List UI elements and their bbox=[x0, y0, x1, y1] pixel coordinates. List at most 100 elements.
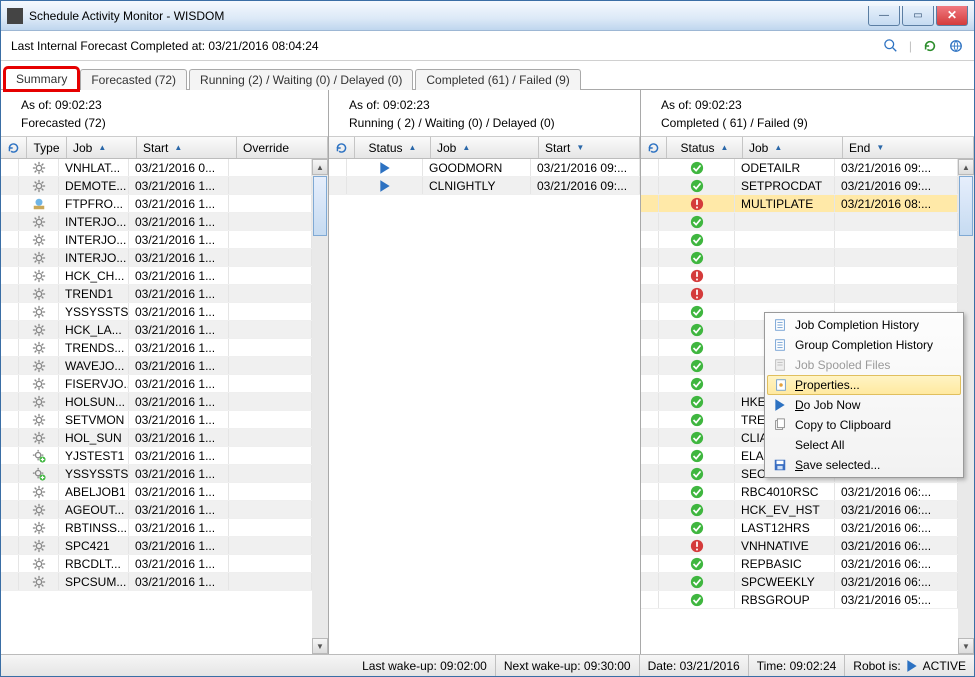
table-row[interactable] bbox=[641, 213, 958, 231]
table-row[interactable]: RBC4010RSC03/21/2016 06:... bbox=[641, 483, 958, 501]
table-row[interactable]: WAVEJO...03/21/2016 1... bbox=[1, 357, 312, 375]
refresh-icon[interactable] bbox=[922, 38, 938, 54]
scroll-up-button[interactable]: ▲ bbox=[958, 159, 974, 175]
type-icon bbox=[19, 519, 59, 536]
scroll-down-button[interactable]: ▼ bbox=[958, 638, 974, 654]
status-time: Time: 09:02:24 bbox=[748, 655, 845, 676]
maximize-button[interactable]: ▭ bbox=[902, 6, 934, 26]
table-row[interactable]: YSSYSSTS03/21/2016 1... bbox=[1, 465, 312, 483]
table-row[interactable]: FTPFRO...03/21/2016 1... bbox=[1, 195, 312, 213]
table-row[interactable]: HCK_EV_HST03/21/2016 06:... bbox=[641, 501, 958, 519]
globe-search-icon[interactable] bbox=[883, 38, 899, 54]
job-cell bbox=[735, 267, 835, 284]
table-row[interactable]: YJSTEST103/21/2016 1... bbox=[1, 447, 312, 465]
table-row[interactable]: ODETAILR03/21/2016 09:... bbox=[641, 159, 958, 177]
table-row[interactable]: SPCWEEKLY03/21/2016 06:... bbox=[641, 573, 958, 591]
table-row[interactable] bbox=[641, 267, 958, 285]
tab-forecasted[interactable]: Forecasted (72) bbox=[80, 69, 187, 90]
table-row[interactable]: TRENDS...03/21/2016 1... bbox=[1, 339, 312, 357]
col-status[interactable]: Status bbox=[355, 137, 431, 158]
tab-summary[interactable]: Summary bbox=[5, 68, 78, 90]
start-cell: 03/21/2016 1... bbox=[129, 339, 229, 356]
table-row[interactable]: HCK_LA...03/21/2016 1... bbox=[1, 321, 312, 339]
scroll-up-button[interactable]: ▲ bbox=[312, 159, 328, 175]
end-cell: 03/21/2016 06:... bbox=[835, 537, 958, 554]
col-start[interactable]: Start bbox=[539, 137, 640, 158]
col-type[interactable]: Type bbox=[27, 137, 67, 158]
start-cell: 03/21/2016 1... bbox=[129, 537, 229, 554]
scroll-thumb[interactable] bbox=[313, 176, 327, 236]
table-row[interactable] bbox=[641, 285, 958, 303]
job-cell: CLNIGHTLY bbox=[423, 177, 531, 194]
table-row[interactable]: ABELJOB103/21/2016 1... bbox=[1, 483, 312, 501]
col-job[interactable]: Job bbox=[67, 137, 137, 158]
table-row[interactable]: SETPROCDAT03/21/2016 09:... bbox=[641, 177, 958, 195]
table-row[interactable]: HOL_SUN03/21/2016 1... bbox=[1, 429, 312, 447]
table-row[interactable]: AGEOUT...03/21/2016 1... bbox=[1, 501, 312, 519]
table-row[interactable]: RBTINSS...03/21/2016 1... bbox=[1, 519, 312, 537]
col-status[interactable]: Status bbox=[667, 137, 743, 158]
table-row[interactable]: LAST12HRS03/21/2016 06:... bbox=[641, 519, 958, 537]
titlebar[interactable]: Schedule Activity Monitor - WISDOM — ▭ ✕ bbox=[1, 1, 974, 31]
table-row[interactable]: VNHNATIVE03/21/2016 06:... bbox=[641, 537, 958, 555]
table-row[interactable] bbox=[641, 231, 958, 249]
override-cell bbox=[229, 267, 312, 284]
end-cell: 03/21/2016 05:... bbox=[835, 591, 958, 608]
table-row[interactable]: GOODMORN03/21/2016 09:... bbox=[329, 159, 640, 177]
table-row[interactable]: INTERJO...03/21/2016 1... bbox=[1, 231, 312, 249]
status-icon bbox=[659, 393, 735, 410]
table-row[interactable]: SPCSUM...03/21/2016 1... bbox=[1, 573, 312, 591]
table-row[interactable]: HCK_CH...03/21/2016 1... bbox=[1, 267, 312, 285]
tab-running[interactable]: Running (2) / Waiting (0) / Delayed (0) bbox=[189, 69, 413, 90]
table-row[interactable]: FISERVJO...03/21/2016 1... bbox=[1, 375, 312, 393]
scroll-down-button[interactable]: ▼ bbox=[312, 638, 328, 654]
panel2-body[interactable]: GOODMORN03/21/2016 09:...CLNIGHTLY03/21/… bbox=[329, 159, 640, 654]
col-end[interactable]: End bbox=[843, 137, 974, 158]
table-row[interactable]: INTERJO...03/21/2016 1... bbox=[1, 213, 312, 231]
col-start[interactable]: Start bbox=[137, 137, 237, 158]
ctx-item[interactable]: Group Completion History bbox=[767, 335, 961, 355]
col-job[interactable]: Job bbox=[743, 137, 843, 158]
table-row[interactable]: SETVMON03/21/2016 1... bbox=[1, 411, 312, 429]
ctx-item[interactable]: Select All bbox=[767, 435, 961, 455]
table-row[interactable]: CLNIGHTLY03/21/2016 09:... bbox=[329, 177, 640, 195]
col-override[interactable]: Override bbox=[237, 137, 328, 158]
table-row[interactable]: INTERJO...03/21/2016 1... bbox=[1, 249, 312, 267]
status-icon bbox=[659, 249, 735, 266]
table-row[interactable]: VNHLAT...03/21/2016 0... bbox=[1, 159, 312, 177]
panel1-refresh-button[interactable] bbox=[1, 137, 27, 158]
panel1-body[interactable]: VNHLAT...03/21/2016 0...DEMOTE...03/21/2… bbox=[1, 159, 312, 654]
panel3-refresh-button[interactable] bbox=[641, 137, 667, 158]
minimize-button[interactable]: — bbox=[868, 6, 900, 26]
context-menu[interactable]: Job Completion HistoryGroup Completion H… bbox=[764, 312, 964, 478]
job-cell: GOODMORN bbox=[423, 159, 531, 176]
table-row[interactable]: HOLSUN...03/21/2016 1... bbox=[1, 393, 312, 411]
table-row[interactable]: DEMOTE...03/21/2016 1... bbox=[1, 177, 312, 195]
scroll-thumb[interactable] bbox=[959, 176, 973, 236]
panel2-refresh-button[interactable] bbox=[329, 137, 355, 158]
ctx-item[interactable]: Job Completion History bbox=[767, 315, 961, 335]
close-button[interactable]: ✕ bbox=[936, 6, 968, 26]
override-cell bbox=[229, 159, 312, 176]
table-row[interactable]: MULTIPLATE03/21/2016 08:... bbox=[641, 195, 958, 213]
ctx-item[interactable]: Properties... bbox=[767, 375, 961, 395]
table-row[interactable]: TREND103/21/2016 1... bbox=[1, 285, 312, 303]
table-row[interactable]: RBCDLT...03/21/2016 1... bbox=[1, 555, 312, 573]
panel1-scrollbar[interactable]: ▲ ▼ bbox=[312, 159, 328, 654]
ctx-item[interactable]: Save selected... bbox=[767, 455, 961, 475]
table-row[interactable]: RBSGROUP03/21/2016 05:... bbox=[641, 591, 958, 609]
ctx-item[interactable]: Do Job Now bbox=[767, 395, 961, 415]
world-icon[interactable] bbox=[948, 38, 964, 54]
start-cell: 03/21/2016 1... bbox=[129, 303, 229, 320]
table-row[interactable]: YSSYSSTS203/21/2016 1... bbox=[1, 303, 312, 321]
col-job[interactable]: Job bbox=[431, 137, 539, 158]
type-icon bbox=[19, 537, 59, 554]
table-row[interactable]: REPBASIC03/21/2016 06:... bbox=[641, 555, 958, 573]
pagegray-icon bbox=[772, 357, 788, 373]
tab-completed[interactable]: Completed (61) / Failed (9) bbox=[415, 69, 580, 90]
job-cell: SPC421 bbox=[59, 537, 129, 554]
job-cell bbox=[735, 285, 835, 302]
table-row[interactable]: SPC42103/21/2016 1... bbox=[1, 537, 312, 555]
ctx-item[interactable]: Copy to Clipboard bbox=[767, 415, 961, 435]
table-row[interactable] bbox=[641, 249, 958, 267]
